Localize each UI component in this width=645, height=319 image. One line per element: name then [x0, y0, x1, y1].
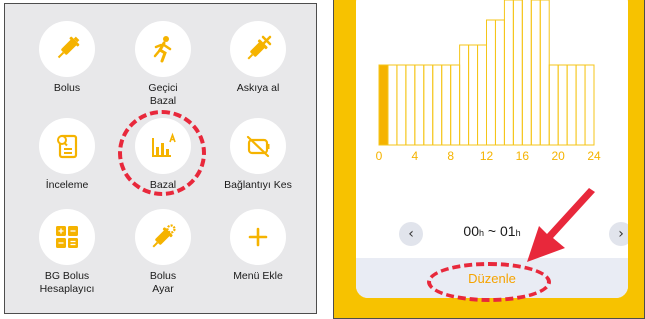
x-tick-label: 24 — [587, 149, 601, 163]
x-tick-label: 0 — [376, 149, 383, 163]
syringe-cancel-icon — [247, 35, 272, 60]
bolus-label: Bolus — [53, 82, 81, 94]
basal-bar — [468, 44, 479, 146]
report-review-icon — [57, 134, 78, 159]
basal-bar — [557, 64, 568, 146]
suspend-button[interactable]: Askıya al — [208, 21, 308, 95]
x-tick-label: 16 — [516, 149, 530, 163]
x-tick-label: 20 — [551, 149, 565, 163]
syringe-icon — [57, 36, 80, 59]
bolus-button[interactable]: Bolus — [17, 21, 117, 95]
basal-bar — [423, 64, 434, 146]
basal-bar — [414, 64, 425, 146]
x-tick-label: 12 — [480, 149, 494, 163]
bolus-settings-button[interactable]: Bolus Ayar — [113, 209, 213, 296]
disconnect-icon-circle — [230, 118, 286, 174]
basal-bar — [512, 0, 523, 146]
basal-bar — [477, 44, 487, 146]
basal-bar — [521, 0, 532, 146]
annotation-arrow — [527, 188, 595, 262]
basal-bar — [450, 64, 461, 146]
plus-icon — [248, 227, 268, 247]
suspend-label: Askıya al — [236, 82, 280, 94]
suspend-icon-circle — [230, 21, 286, 77]
basal-bar — [486, 19, 496, 146]
time-start: 00 — [463, 223, 479, 239]
basal-bar — [494, 19, 505, 146]
basal-bar — [575, 64, 586, 146]
basal-bar — [387, 64, 398, 146]
chevron-right-icon: › — [618, 226, 624, 242]
basal-bar — [459, 44, 470, 146]
bg-bolus-calculator-label: BG Bolus Hesaplayıcı — [39, 270, 95, 295]
temp-basal-label: Geçici Bazal — [148, 82, 178, 107]
bolus-settings-icon-circle — [135, 209, 191, 265]
menu-panel: Bolus Geçici Bazal Askıya al İnceleme Ba… — [4, 3, 317, 314]
temp-basal-button[interactable]: Geçici Bazal — [113, 21, 213, 108]
basal-bar — [405, 64, 416, 146]
add-menu-icon-circle — [230, 209, 286, 265]
bg-bolus-calculator-button[interactable]: BG Bolus Hesaplayıcı — [17, 209, 117, 296]
annotation-highlight-circle — [118, 110, 206, 196]
basal-bar — [503, 0, 514, 146]
annotation-highlight-ellipse — [427, 262, 551, 302]
next-hour-button[interactable]: › — [609, 222, 628, 246]
time-start-unit: h — [479, 228, 485, 238]
basal-bar — [378, 64, 389, 146]
x-tick-label: 8 — [447, 149, 454, 163]
add-menu-button[interactable]: Menü Ekle — [208, 209, 308, 283]
disconnect-icon — [246, 135, 270, 158]
basal-bar — [539, 0, 550, 146]
review-icon-circle — [39, 118, 95, 174]
temp-basal-icon-circle — [135, 21, 191, 77]
time-separator: ~ — [487, 223, 497, 239]
basal-bar — [548, 64, 559, 146]
basal-bar — [396, 64, 407, 146]
disconnect-label: Bağlantıyı Kes — [224, 179, 292, 191]
review-button[interactable]: İnceleme — [17, 118, 117, 192]
review-label: İnceleme — [45, 179, 89, 191]
running-person-icon — [153, 36, 172, 63]
basal-bar — [530, 0, 541, 146]
basal-bar — [584, 64, 595, 146]
basal-bar — [566, 64, 577, 146]
basal-rate-chart: 0 4 8 12 16 20 24 — [376, 0, 601, 163]
syringe-gear-icon — [152, 224, 176, 248]
add-menu-label: Menü Ekle — [233, 270, 283, 282]
x-tick-label: 4 — [411, 149, 418, 163]
calculator-icon — [56, 226, 78, 248]
disconnect-button[interactable]: Bağlantıyı Kes — [208, 118, 308, 192]
basal-bar — [432, 64, 443, 146]
basal-bar — [441, 64, 452, 146]
basal-panel: 0 4 8 12 16 20 24 ‹ 00h ~ 01h › Düzenle — [333, 0, 645, 319]
bolus-icon-circle — [39, 21, 95, 77]
calculator-icon-circle — [39, 209, 95, 265]
bolus-settings-label: Bolus Ayar — [149, 270, 177, 295]
